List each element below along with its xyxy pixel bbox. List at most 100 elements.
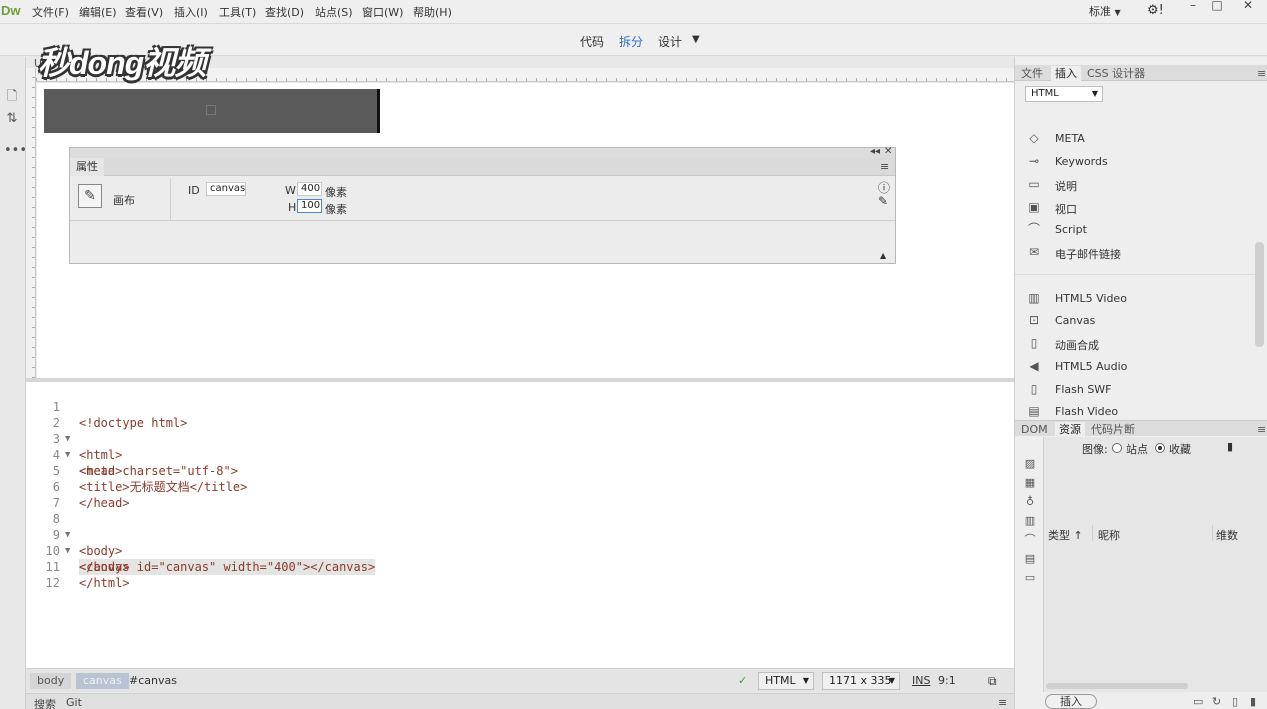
insert-category-select[interactable]: HTML ▼ <box>1025 86 1103 102</box>
insert-item-flash-video[interactable]: ▤ Flash Video <box>1015 402 1255 422</box>
video-icon: ▤ <box>1028 404 1040 418</box>
insert-item-label: HTML5 Video <box>1055 292 1127 305</box>
menu-file[interactable]: 文件(F) <box>32 4 69 20</box>
library-icon[interactable]: ▭ <box>1023 571 1037 585</box>
template-icon[interactable]: ▤ <box>1023 552 1037 566</box>
tab-git[interactable]: Git <box>66 696 82 709</box>
menu-edit[interactable]: 编辑(E) <box>79 4 117 20</box>
menu-insert[interactable]: 插入(I) <box>174 4 208 20</box>
window-size-select[interactable]: 1171 x 335 ▼ <box>822 672 900 690</box>
tab-files[interactable]: 文件 <box>1017 66 1047 81</box>
insert-asset-button[interactable]: 插入 <box>1045 694 1097 709</box>
folder-icon[interactable]: ▭ <box>1193 695 1203 708</box>
bookmark-icon[interactable]: ▮ <box>1227 440 1233 453</box>
gear-icon[interactable]: ⚙! <box>1147 3 1164 18</box>
left-toolbar: 🗋 ⇅ ••• <box>0 57 27 709</box>
id-input[interactable]: canvas <box>206 182 246 196</box>
view-split-button[interactable]: 拆分 <box>619 33 643 50</box>
height-input[interactable]: 100 <box>297 199 322 213</box>
radio-favorites-label: 收藏 <box>1169 443 1191 456</box>
close-icon[interactable]: ✕ <box>884 146 892 157</box>
tag-selector-id[interactable]: #canvas <box>122 673 184 689</box>
column-type[interactable]: 类型 ↑ <box>1048 527 1083 543</box>
link-icon[interactable]: ♁ <box>1023 495 1037 509</box>
menu-help[interactable]: 帮助(H) <box>413 4 452 20</box>
radio-favorites[interactable] <box>1155 443 1165 453</box>
image-icon[interactable]: ▨ <box>1023 457 1037 471</box>
panel-menu-icon[interactable]: ≡ <box>998 696 1007 709</box>
property-inspector-titlebar[interactable]: ◂◂ ✕ <box>70 146 895 158</box>
view-menu-chevron-icon[interactable]: ▼ <box>692 34 700 45</box>
divider <box>1015 274 1255 275</box>
insert-item-email-link[interactable]: ✉ 电子邮件链接 <box>1015 243 1255 263</box>
chevron-down-icon: ▼ <box>1114 8 1121 17</box>
column-dimensions[interactable]: 维数 <box>1216 527 1238 543</box>
insert-item-meta[interactable]: ◇ META <box>1015 129 1255 149</box>
minimize-icon[interactable]: – <box>1182 0 1204 12</box>
insert-item-label: HTML5 Audio <box>1055 360 1128 373</box>
insert-item-label: 电子邮件链接 <box>1055 248 1121 261</box>
code-line: 10 </body> <box>26 527 1014 574</box>
menu-site[interactable]: 站点(S) <box>315 4 353 20</box>
expand-icon[interactable]: ▲ <box>880 251 886 260</box>
panel-menu-icon[interactable]: ≡ <box>1253 66 1267 81</box>
add-favorite-icon[interactable]: ▮ <box>1250 695 1256 708</box>
view-code-button[interactable]: 代码 <box>580 33 604 50</box>
insert-item-script[interactable]: ⌒ Script <box>1015 220 1255 240</box>
tag-selector-body[interactable]: body <box>30 673 72 689</box>
radio-site[interactable] <box>1112 443 1122 453</box>
insert-item-description[interactable]: ▭ 说明 <box>1015 175 1255 195</box>
sort-icon[interactable]: ⇅ <box>4 111 20 127</box>
tab-assets[interactable]: 资源 <box>1055 422 1085 437</box>
tab-snippets[interactable]: 代码片断 <box>1087 422 1139 437</box>
insert-item-animation[interactable]: ▯ 动画合成 <box>1015 334 1255 354</box>
live-preview-icon[interactable]: ⧉ <box>988 673 997 689</box>
script-icon[interactable]: ⌒ <box>1023 533 1037 547</box>
workspace-switcher[interactable]: 标准 ▼ <box>1089 3 1121 19</box>
menu-find[interactable]: 查找(D) <box>265 4 304 20</box>
edit-icon[interactable]: ✎ <box>878 194 888 208</box>
insert-item-canvas[interactable]: ⊡ Canvas <box>1015 311 1255 331</box>
code-view[interactable]: 1 <!doctype html> 2 ▼ <html> 3 ▼ <head> … <box>26 382 1014 668</box>
assets-hscrollbar[interactable] <box>1046 683 1188 689</box>
tab-insert[interactable]: 插入 <box>1051 66 1081 81</box>
insert-item-label: 动画合成 <box>1055 339 1099 352</box>
tab-dom[interactable]: DOM <box>1017 422 1052 437</box>
property-inspector: ◂◂ ✕ 属性 ≡ ✎ 画布 ID canvas W 400 像素 H 100 … <box>69 146 896 264</box>
chevron-down-icon: ▼ <box>802 676 809 685</box>
edit-asset-icon[interactable]: ▯ <box>1232 695 1238 708</box>
menu-window[interactable]: 窗口(W) <box>362 4 403 20</box>
menu-tools[interactable]: 工具(T) <box>219 4 256 20</box>
insert-item-viewport[interactable]: ▣ 视口 <box>1015 198 1255 218</box>
insert-panel-scrollbar[interactable] <box>1255 242 1264 347</box>
refresh-icon[interactable]: ↻ <box>1212 695 1221 708</box>
flash-icon: ▯ <box>1030 382 1038 396</box>
tag-selector-canvas[interactable]: canvas <box>76 673 129 689</box>
menu-view[interactable]: 查看(V) <box>125 4 163 20</box>
insert-item-html5-audio[interactable]: ◀ HTML5 Audio <box>1015 357 1255 377</box>
tab-search[interactable]: 搜索 <box>34 696 56 709</box>
doc-type-select[interactable]: HTML ▼ <box>758 672 814 690</box>
file-icon[interactable]: 🗋 <box>4 87 20 104</box>
insert-item-label: Flash Video <box>1055 405 1119 418</box>
insert-item-html5-video[interactable]: ▥ HTML5 Video <box>1015 289 1255 309</box>
color-icon[interactable]: ▦ <box>1023 476 1037 490</box>
maximize-icon[interactable]: □ <box>1206 0 1228 12</box>
panel-menu-icon[interactable]: ≡ <box>1253 422 1267 437</box>
tab-css-designer[interactable]: CSS 设计器 <box>1083 66 1149 81</box>
collapse-icon[interactable]: ◂◂ <box>870 146 880 157</box>
insert-item-flash-swf[interactable]: ▯ Flash SWF <box>1015 380 1255 400</box>
media-icon[interactable]: ▥ <box>1023 514 1037 528</box>
insert-item-keywords[interactable]: ⊸ Keywords <box>1015 152 1255 172</box>
canvas-element-preview[interactable] <box>44 89 380 133</box>
more-icon[interactable]: ••• <box>4 143 27 159</box>
close-icon[interactable]: ✕ <box>1237 0 1259 12</box>
insert-mode[interactable]: INS <box>912 673 930 689</box>
panel-menu-icon[interactable]: ≡ <box>880 160 889 173</box>
property-tabbar: 属性 ≡ <box>70 158 895 176</box>
view-design-button[interactable]: 设计 <box>658 33 682 50</box>
width-input[interactable]: 400 <box>297 182 322 196</box>
code-line: 11 </html> <box>26 543 1014 590</box>
column-nickname[interactable]: 昵称 <box>1098 527 1120 543</box>
tab-properties[interactable]: 属性 <box>70 158 104 176</box>
